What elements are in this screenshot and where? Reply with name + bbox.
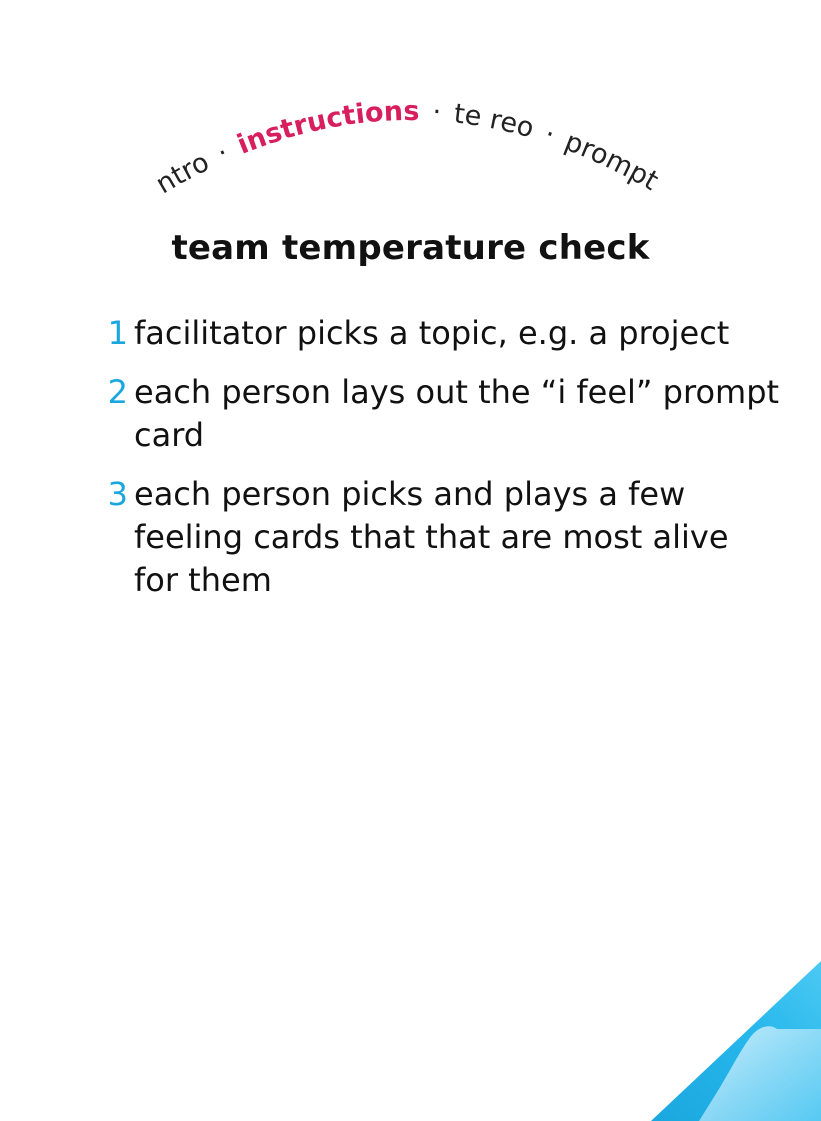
- instruction-steps: 1 facilitator picks a topic, e.g. a proj…: [100, 312, 780, 618]
- step-item: 2 each person lays out the “i feel” prom…: [100, 371, 780, 457]
- step-text: each person lays out the “i feel” prompt…: [134, 373, 780, 454]
- step-text: facilitator picks a topic, e.g. a projec…: [134, 314, 730, 352]
- svg-text:intro · instru: intro · instructions · te reo · prompts: [0, 0, 663, 200]
- nav-item-instructions[interactable]: instructions: [233, 96, 419, 161]
- step-text: each person picks and plays a few feelin…: [134, 475, 729, 599]
- nav-separator: ·: [541, 119, 559, 151]
- section-nav-arc: intro · instructions · te reo · prompts: [0, 0, 663, 200]
- step-item: 3 each person picks and plays a few feel…: [100, 473, 780, 602]
- instruction-card: intro · instructions · te reo · prompts …: [0, 0, 821, 1121]
- nav-item-te-reo[interactable]: te reo: [452, 98, 537, 144]
- nav-item-prompts[interactable]: prompts: [0, 0, 663, 197]
- step-number: 3: [107, 475, 128, 513]
- card-title: team temperature check: [171, 228, 650, 268]
- corner-curl-decoration: [651, 961, 821, 1121]
- nav-separator: ·: [432, 97, 443, 128]
- nav-item-intro[interactable]: intro: [0, 0, 214, 200]
- step-item: 1 facilitator picks a topic, e.g. a proj…: [100, 312, 780, 355]
- step-number: 2: [107, 373, 128, 411]
- nav-separator: ·: [213, 137, 233, 169]
- step-number: 1: [107, 314, 128, 352]
